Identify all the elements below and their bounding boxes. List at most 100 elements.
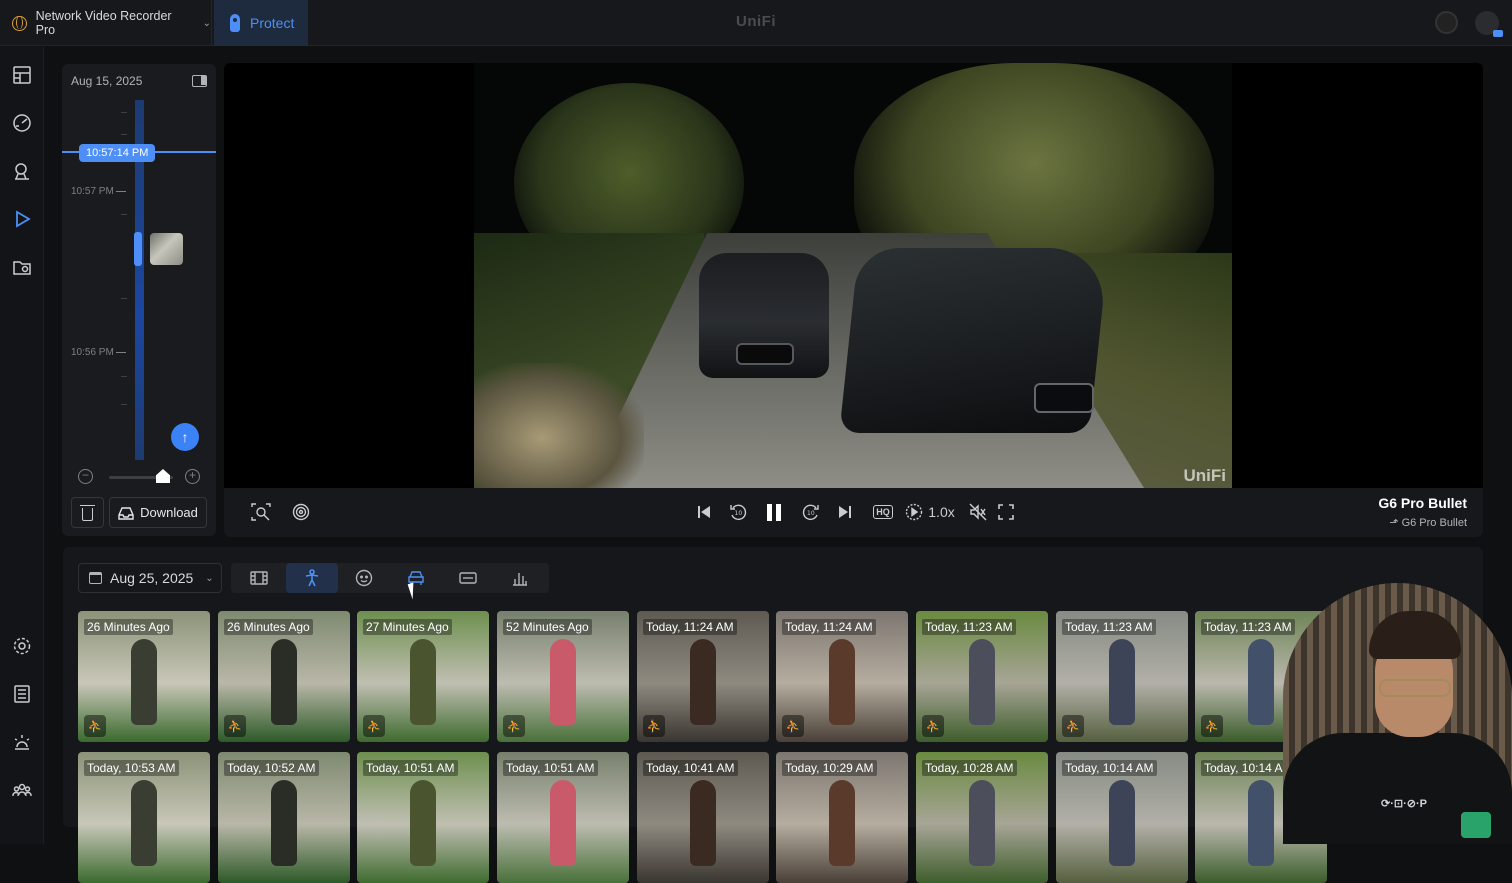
trash-icon xyxy=(80,504,95,521)
playback-icon[interactable] xyxy=(11,208,33,230)
event-card[interactable]: Today, 10:41 AM xyxy=(637,752,769,883)
film-icon xyxy=(250,571,268,585)
mute-icon[interactable] xyxy=(968,500,988,524)
event-time-label: Today, 11:23 AM xyxy=(922,619,1016,635)
detected-person xyxy=(550,639,576,725)
event-time-label: Today, 10:14 AM xyxy=(1062,760,1157,776)
license-plate-icon xyxy=(459,572,477,584)
download-button[interactable]: Download xyxy=(109,497,207,528)
video-frame[interactable]: UniFi xyxy=(474,63,1232,488)
event-card[interactable]: 26 Minutes Ago ⛹ xyxy=(218,611,350,742)
detected-person xyxy=(410,780,436,866)
svg-text:10: 10 xyxy=(807,510,815,517)
detected-person xyxy=(1248,780,1274,866)
event-card[interactable]: Today, 10:29 AM xyxy=(776,752,908,883)
users-icon[interactable] xyxy=(11,779,33,801)
alarm-icon[interactable] xyxy=(11,731,33,753)
pause-button[interactable] xyxy=(766,500,782,524)
event-card[interactable]: Today, 10:14 AM xyxy=(1056,752,1188,883)
filter-person[interactable] xyxy=(286,563,338,593)
event-card[interactable]: Today, 11:23 AM ⛹ xyxy=(1056,611,1188,742)
event-card[interactable]: Today, 10:51 AM xyxy=(497,752,629,883)
event-card[interactable]: Today, 10:51 AM xyxy=(357,752,489,883)
event-time-label: 52 Minutes Ago xyxy=(503,619,592,635)
arrow-up-icon[interactable]: ↑ xyxy=(171,423,199,451)
event-time-label: 26 Minutes Ago xyxy=(84,619,173,635)
webcam-glasses xyxy=(1379,679,1451,697)
event-card[interactable]: 27 Minutes Ago ⛹ xyxy=(357,611,489,742)
date-picker[interactable]: Aug 25, 2025 ⌄ xyxy=(78,563,222,593)
filter-stats[interactable] xyxy=(494,563,546,593)
theme-toggle-icon[interactable] xyxy=(1435,11,1458,34)
detected-person xyxy=(969,639,995,725)
event-card[interactable]: Today, 10:28 AM xyxy=(916,752,1048,883)
playback-speed[interactable]: 1.0x xyxy=(905,500,955,524)
tab-protect[interactable]: Protect xyxy=(214,0,308,46)
download-icon xyxy=(118,506,134,520)
event-card[interactable]: Today, 10:53 AM xyxy=(78,752,210,883)
detected-person xyxy=(1109,780,1135,866)
detected-person xyxy=(550,780,576,866)
event-time-label: Today, 11:23 AM xyxy=(1062,619,1156,635)
skip-next-icon[interactable] xyxy=(836,500,854,524)
settings-gear-icon[interactable] xyxy=(11,635,33,657)
video-player: UniFi 10 10 HQ 1.0x G6 Pro Bullet ⬏ G6 P… xyxy=(224,63,1483,537)
zoom-out-icon[interactable]: − xyxy=(78,469,93,484)
event-card[interactable]: Today, 11:23 AM ⛹ xyxy=(916,611,1048,742)
camera-map-icon[interactable] xyxy=(11,160,33,182)
filter-all-events[interactable] xyxy=(233,563,285,593)
event-filter-group xyxy=(231,563,549,593)
detected-person xyxy=(410,639,436,725)
logs-list-icon[interactable] xyxy=(11,683,33,705)
event-card[interactable]: Today, 10:52 AM xyxy=(218,752,350,883)
event-card[interactable]: 26 Minutes Ago ⛹ xyxy=(78,611,210,742)
date-picker-value: Aug 25, 2025 xyxy=(110,570,194,586)
playhead-time: 10:57:14 PM xyxy=(79,144,156,162)
skip-previous-icon[interactable] xyxy=(694,500,714,524)
zoom-in-icon[interactable]: + xyxy=(185,469,200,484)
fullscreen-icon[interactable] xyxy=(996,500,1016,524)
forward-10-icon[interactable]: 10 xyxy=(800,500,822,524)
panel-toggle-icon[interactable] xyxy=(192,75,207,87)
search-frame-icon[interactable] xyxy=(250,500,272,524)
app-switcher[interactable]: Network Video Recorder Pro ⌄ xyxy=(0,0,212,46)
person-icon xyxy=(305,569,319,587)
dashboard-grid-icon[interactable] xyxy=(11,64,33,86)
target-icon[interactable] xyxy=(290,500,312,524)
video-watermark: UniFi xyxy=(1183,466,1227,485)
event-time-label: Today, 10:52 AM xyxy=(224,760,319,776)
person-detection-icon: ⛹ xyxy=(503,715,525,737)
event-card[interactable]: Today, 11:24 AM ⛹ xyxy=(637,611,769,742)
filter-license-plate[interactable] xyxy=(442,563,494,593)
detected-person xyxy=(131,639,157,725)
filter-vehicle[interactable] xyxy=(390,563,442,593)
detected-person xyxy=(690,639,716,725)
hq-toggle[interactable]: HQ xyxy=(872,500,894,524)
zoom-slider-handle[interactable] xyxy=(156,469,170,483)
camera-model-label: G6 Pro Bullet xyxy=(1401,517,1467,529)
event-time-label: Today, 11:24 AM xyxy=(643,619,737,635)
event-card[interactable]: 52 Minutes Ago ⛹ xyxy=(497,611,629,742)
filter-face[interactable] xyxy=(338,563,390,593)
camera-name: G6 Pro Bullet xyxy=(1378,495,1467,511)
hq-label: HQ xyxy=(873,505,893,519)
delete-button[interactable] xyxy=(71,497,104,528)
timeline-tick xyxy=(121,376,127,377)
event-time-label: 27 Minutes Ago xyxy=(363,619,452,635)
event-thumbnail[interactable] xyxy=(150,233,183,265)
detected-person xyxy=(131,780,157,866)
event-card[interactable]: Today, 11:24 AM ⛹ xyxy=(776,611,908,742)
zoom-control: − + xyxy=(78,469,202,487)
folder-icon[interactable] xyxy=(11,256,33,278)
motion-segment[interactable] xyxy=(134,232,142,266)
user-avatar[interactable] xyxy=(1475,11,1503,37)
speedometer-icon[interactable] xyxy=(11,112,33,134)
speed-value: 1.0x xyxy=(928,504,955,520)
video-grass-foreground xyxy=(474,363,644,488)
rewind-10-icon[interactable]: 10 xyxy=(727,500,749,524)
event-time-label: Today, 11:23 AM xyxy=(1201,619,1295,635)
timeline-tick-label: 10:57 PM xyxy=(71,186,126,197)
person-detection-icon: ⛹ xyxy=(1201,715,1223,737)
detected-person xyxy=(271,639,297,725)
svg-text:10: 10 xyxy=(735,510,743,517)
